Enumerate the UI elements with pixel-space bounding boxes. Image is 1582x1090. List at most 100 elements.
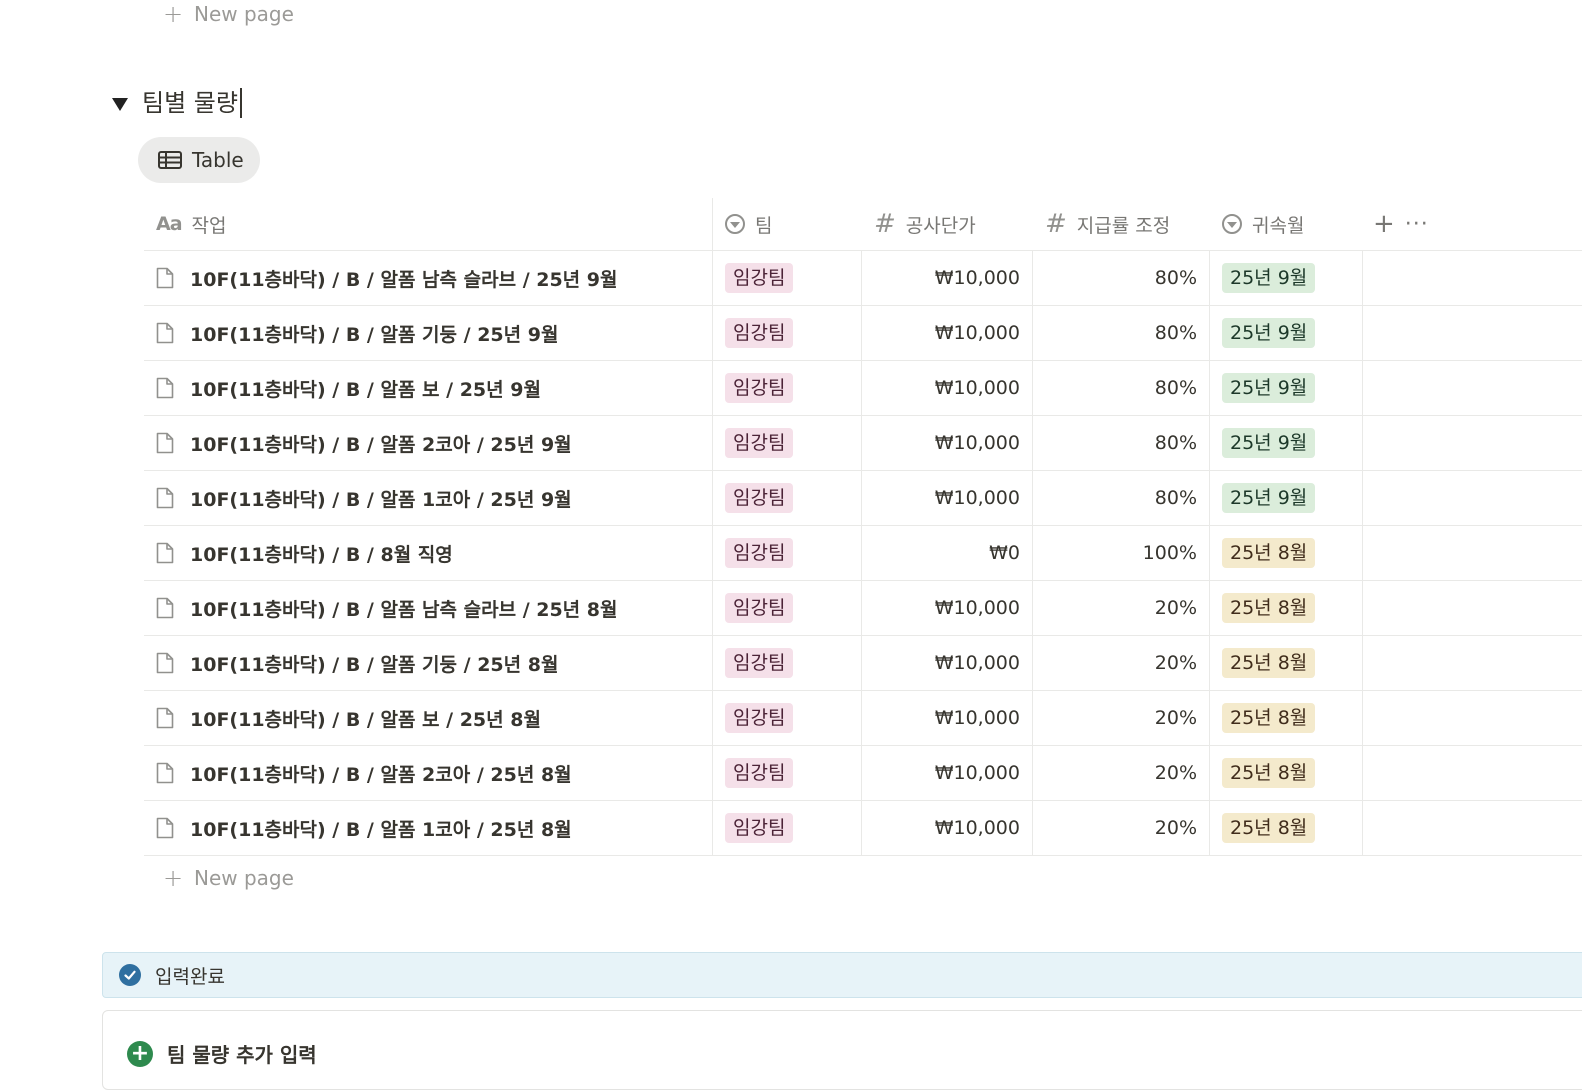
column-header-month[interactable]: 귀속월 [1210, 198, 1363, 250]
row-title[interactable]: 10F(11층바닥) / B / 알폼 2코아 / 25년 9월 [190, 430, 572, 457]
cell-rate[interactable]: 80% [1033, 471, 1210, 525]
cell-cost[interactable]: ₩10,000 [862, 691, 1033, 745]
cell-team[interactable]: 임강팀 [713, 416, 862, 470]
cell-month[interactable]: 25년 8월 [1210, 581, 1363, 635]
row-title[interactable]: 10F(11층바닥) / B / 알폼 1코아 / 25년 8월 [190, 815, 572, 842]
cell-extra [1363, 416, 1582, 470]
cell-rate[interactable]: 20% [1033, 691, 1210, 745]
column-header-rate[interactable]: # 지급률 조정 [1033, 198, 1210, 250]
table-row[interactable]: 10F(11층바닥) / B / 알폼 남측 슬라브 / 25년 8월 임강팀 ₩1… [144, 581, 1582, 636]
table-row[interactable]: 10F(11층바닥) / B / 알폼 보 / 25년 8월 임강팀 ₩10,000… [144, 691, 1582, 746]
group-header[interactable]: 팀별 물량 [112, 88, 242, 118]
row-title[interactable]: 10F(11층바닥) / B / 알폼 기둥 / 25년 9월 [190, 320, 558, 347]
cell-month[interactable]: 25년 9월 [1210, 306, 1363, 360]
row-title[interactable]: 10F(11층바닥) / B / 알폼 기둥 / 25년 8월 [190, 650, 558, 677]
cell-name[interactable]: 10F(11층바닥) / B / 알폼 1코아 / 25년 9월 [144, 471, 713, 525]
cell-rate[interactable]: 80% [1033, 251, 1210, 305]
cell-month[interactable]: 25년 9월 [1210, 471, 1363, 525]
cell-month[interactable]: 25년 8월 [1210, 746, 1363, 800]
cell-name[interactable]: 10F(11층바닥) / B / 알폼 보 / 25년 9월 [144, 361, 713, 415]
cell-team[interactable]: 임강팀 [713, 691, 862, 745]
table-row[interactable]: 10F(11층바닥) / B / 알폼 2코아 / 25년 8월 임강팀 ₩10,0… [144, 746, 1582, 801]
new-page-label: New page [194, 866, 294, 890]
row-title[interactable]: 10F(11층바닥) / B / 8월 직영 [190, 540, 453, 567]
cell-rate[interactable]: 20% [1033, 636, 1210, 690]
cell-name[interactable]: 10F(11층바닥) / B / 알폼 기둥 / 25년 8월 [144, 636, 713, 690]
cell-name[interactable]: 10F(11층바닥) / B / 알폼 남측 슬라브 / 25년 8월 [144, 581, 713, 635]
cell-team[interactable]: 임강팀 [713, 581, 862, 635]
cell-team[interactable]: 임강팀 [713, 306, 862, 360]
group-title[interactable]: 팀별 물량 [142, 88, 242, 118]
team-tag: 임강팀 [725, 813, 794, 843]
cell-cost[interactable]: ₩10,000 [862, 581, 1033, 635]
cell-month[interactable]: 25년 8월 [1210, 526, 1363, 580]
cell-rate[interactable]: 80% [1033, 306, 1210, 360]
month-tag: 25년 9월 [1222, 373, 1316, 403]
cell-cost[interactable]: ₩10,000 [862, 306, 1033, 360]
add-team-volume-button[interactable]: + 팀 물량 추가 입력 [127, 1039, 317, 1068]
row-title[interactable]: 10F(11층바닥) / B / 알폼 2코아 / 25년 8월 [190, 760, 572, 787]
cell-name[interactable]: 10F(11층바닥) / B / 알폼 2코아 / 25년 9월 [144, 416, 713, 470]
rate-value: 80% [1154, 322, 1197, 344]
table-row[interactable]: 10F(11층바닥) / B / 8월 직영 임강팀 ₩0 100% 25년 8월 [144, 526, 1582, 581]
cell-team[interactable]: 임강팀 [713, 471, 862, 525]
cell-name[interactable]: 10F(11층바닥) / B / 알폼 기둥 / 25년 9월 [144, 306, 713, 360]
table-row[interactable]: 10F(11층바닥) / B / 알폼 보 / 25년 9월 임강팀 ₩10,000… [144, 361, 1582, 416]
cell-month[interactable]: 25년 8월 [1210, 691, 1363, 745]
new-page-label: New page [194, 2, 294, 26]
cell-name[interactable]: 10F(11층바닥) / B / 8월 직영 [144, 526, 713, 580]
row-title[interactable]: 10F(11층바닥) / B / 알폼 보 / 25년 9월 [190, 375, 541, 402]
new-page-button-top[interactable]: + New page [162, 2, 294, 26]
cell-cost[interactable]: ₩10,000 [862, 251, 1033, 305]
table-row[interactable]: 10F(11층바닥) / B / 알폼 기둥 / 25년 8월 임강팀 ₩10,00… [144, 636, 1582, 691]
row-title[interactable]: 10F(11층바닥) / B / 알폼 남측 슬라브 / 25년 9월 [190, 265, 617, 292]
table-row[interactable]: 10F(11층바닥) / B / 알폼 2코아 / 25년 9월 임강팀 ₩10,0… [144, 416, 1582, 471]
cell-month[interactable]: 25년 8월 [1210, 801, 1363, 855]
cell-rate[interactable]: 80% [1033, 361, 1210, 415]
row-title[interactable]: 10F(11층바닥) / B / 알폼 1코아 / 25년 9월 [190, 485, 572, 512]
more-options-icon[interactable]: ··· [1405, 212, 1429, 237]
table-row[interactable]: 10F(11층바닥) / B / 알폼 1코아 / 25년 9월 임강팀 ₩10,0… [144, 471, 1582, 526]
row-title[interactable]: 10F(11층바닥) / B / 알폼 남측 슬라브 / 25년 8월 [190, 595, 617, 622]
cell-cost[interactable]: ₩10,000 [862, 471, 1033, 525]
cell-rate[interactable]: 20% [1033, 801, 1210, 855]
cell-month[interactable]: 25년 9월 [1210, 251, 1363, 305]
cell-month[interactable]: 25년 9월 [1210, 361, 1363, 415]
cell-team[interactable]: 임강팀 [713, 251, 862, 305]
cell-team[interactable]: 임강팀 [713, 361, 862, 415]
new-page-button-bottom[interactable]: + New page [162, 866, 294, 890]
cell-team[interactable]: 임강팀 [713, 746, 862, 800]
column-header-team[interactable]: 팀 [713, 198, 862, 250]
cell-cost[interactable]: ₩10,000 [862, 636, 1033, 690]
cell-team[interactable]: 임강팀 [713, 801, 862, 855]
cell-name[interactable]: 10F(11층바닥) / B / 알폼 1코아 / 25년 8월 [144, 801, 713, 855]
cell-rate[interactable]: 80% [1033, 416, 1210, 470]
add-block-container: + 팀 물량 추가 입력 [102, 1010, 1582, 1090]
cell-cost[interactable]: ₩10,000 [862, 801, 1033, 855]
cell-name[interactable]: 10F(11층바닥) / B / 알폼 보 / 25년 8월 [144, 691, 713, 745]
cell-cost[interactable]: ₩10,000 [862, 416, 1033, 470]
column-header-cost[interactable]: # 공사단가 [862, 198, 1033, 250]
cell-cost[interactable]: ₩10,000 [862, 361, 1033, 415]
cell-name[interactable]: 10F(11층바닥) / B / 알폼 2코아 / 25년 8월 [144, 746, 713, 800]
cell-cost[interactable]: ₩0 [862, 526, 1033, 580]
callout-input-complete[interactable]: 입력완료 [102, 952, 1582, 998]
cell-team[interactable]: 임강팀 [713, 526, 862, 580]
cell-rate[interactable]: 20% [1033, 581, 1210, 635]
cell-rate[interactable]: 20% [1033, 746, 1210, 800]
table-row[interactable]: 10F(11층바닥) / B / 알폼 기둥 / 25년 9월 임강팀 ₩10,00… [144, 306, 1582, 361]
table-row[interactable]: 10F(11층바닥) / B / 알폼 1코아 / 25년 8월 임강팀 ₩10,0… [144, 801, 1582, 856]
add-property-icon[interactable]: + [1373, 209, 1395, 239]
cell-cost[interactable]: ₩10,000 [862, 746, 1033, 800]
cell-month[interactable]: 25년 8월 [1210, 636, 1363, 690]
cell-team[interactable]: 임강팀 [713, 636, 862, 690]
cell-rate[interactable]: 100% [1033, 526, 1210, 580]
toggle-triangle-icon[interactable] [112, 97, 128, 111]
column-header-name[interactable]: Aa 작업 [144, 198, 713, 250]
cell-month[interactable]: 25년 9월 [1210, 416, 1363, 470]
row-title[interactable]: 10F(11층바닥) / B / 알폼 보 / 25년 8월 [190, 705, 541, 732]
view-tab-table[interactable]: Table [138, 137, 260, 183]
table-row[interactable]: 10F(11층바닥) / B / 알폼 남측 슬라브 / 25년 9월 임강팀 ₩1… [144, 251, 1582, 306]
column-team-label: 팀 [755, 214, 773, 237]
cell-name[interactable]: 10F(11층바닥) / B / 알폼 남측 슬라브 / 25년 9월 [144, 251, 713, 305]
